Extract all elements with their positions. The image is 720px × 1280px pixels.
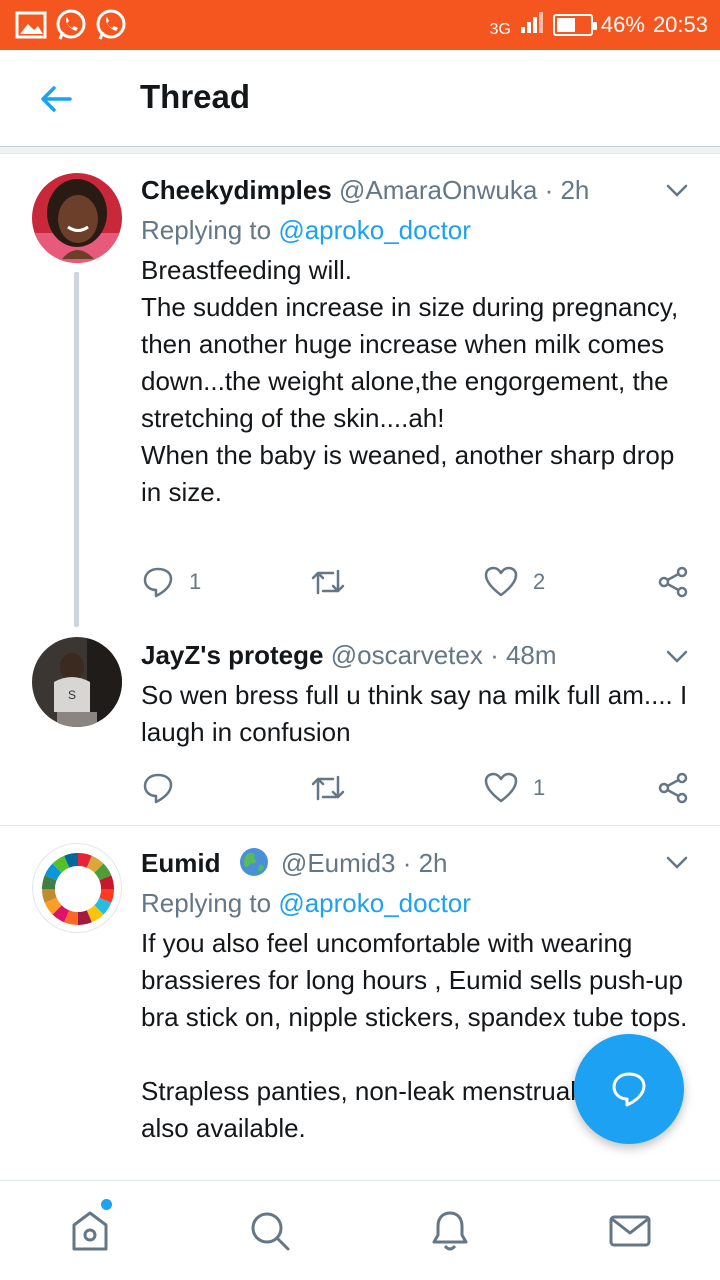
compose-reply-button[interactable] <box>574 1034 684 1144</box>
nav-home[interactable] <box>66 1207 114 1255</box>
replying-prefix: Replying to <box>141 888 272 918</box>
tweet-text: So wen bress full u think say na milk fu… <box>141 677 697 751</box>
tweet-text: Breastfeeding will. The sudden increase … <box>141 252 697 511</box>
reply-count: 1 <box>189 569 202 594</box>
nav-messages[interactable] <box>606 1207 654 1255</box>
reply-button[interactable]: 1 <box>141 562 201 602</box>
share-icon <box>658 566 688 598</box>
tweet-divider <box>0 825 720 826</box>
share-button[interactable] <box>656 768 690 808</box>
replying-to: Replying to @aproko_doctor <box>141 215 471 246</box>
status-bar: 3G 46% 20:53 <box>0 0 720 50</box>
tweet-menu-button[interactable] <box>662 180 692 200</box>
signal-icon <box>519 9 545 41</box>
top-app-bar: Thread <box>0 50 720 146</box>
tweet-menu-button[interactable] <box>662 852 692 872</box>
clock: 20:53 <box>652 12 708 37</box>
retweet-icon <box>311 775 345 801</box>
notification-icons <box>14 8 128 42</box>
avatar[interactable]: S <box>32 637 122 727</box>
network-type: 3G <box>489 21 511 38</box>
page-title: Thread <box>140 78 251 115</box>
handle[interactable]: @AmaraOnwuka <box>339 175 537 205</box>
timestamp: · 2h <box>544 175 590 205</box>
heart-icon <box>484 772 518 803</box>
sdg-wheel-logo <box>41 852 115 926</box>
share-button[interactable] <box>656 562 690 602</box>
like-count: 1 <box>533 775 546 800</box>
whatsapp-icon <box>94 8 128 42</box>
tweet-actions: 1 2 <box>141 562 701 602</box>
reply-button[interactable] <box>141 768 189 808</box>
tweet-header: Cheekydimples @AmaraOnwuka · 2h <box>141 175 589 206</box>
image-icon <box>14 8 48 42</box>
handle[interactable]: @oscarvetex <box>331 640 483 670</box>
tweet-header: Eumid @Eumid3 · 2h <box>141 846 448 879</box>
like-button[interactable]: 1 <box>483 768 545 808</box>
replying-to: Replying to @aproko_doctor <box>141 888 471 919</box>
share-icon <box>658 772 688 804</box>
search-icon <box>251 1212 290 1251</box>
retweet-button[interactable] <box>309 768 347 808</box>
chevron-down-icon <box>666 650 688 663</box>
timestamp: · 48m <box>490 640 557 670</box>
like-count: 2 <box>533 569 546 594</box>
compose-reply-icon <box>612 1072 646 1107</box>
retweet-button[interactable] <box>309 562 347 602</box>
header-divider <box>0 146 720 154</box>
tweet-menu-button[interactable] <box>662 646 692 666</box>
tweet-body: Breastfeeding will. The sudden increase … <box>141 255 679 507</box>
chevron-down-icon <box>666 856 688 869</box>
tweet-header: JayZ's protege @oscarvetex · 48m <box>141 640 557 671</box>
avatar[interactable] <box>32 843 122 933</box>
nav-search[interactable] <box>246 1207 294 1255</box>
battery-icon <box>552 14 597 36</box>
tweet-body: So wen bress full u think say na milk fu… <box>141 680 688 747</box>
replying-prefix: Replying to <box>141 215 272 245</box>
globe-emoji-icon <box>238 846 270 878</box>
unread-dot <box>101 1199 112 1210</box>
messages-icon <box>609 1215 651 1247</box>
reply-icon <box>143 567 173 598</box>
handle[interactable]: @Eumid3 <box>281 848 396 878</box>
chevron-down-icon <box>666 184 688 197</box>
heart-icon <box>484 566 518 597</box>
whatsapp-icon <box>54 8 88 42</box>
bottom-navigation <box>0 1180 720 1280</box>
svg-text:S: S <box>68 688 76 702</box>
home-icon <box>72 1211 108 1251</box>
arrow-left-icon <box>41 86 72 112</box>
reply-icon <box>143 773 173 804</box>
nav-notifications[interactable] <box>426 1207 474 1255</box>
retweet-icon <box>311 569 345 595</box>
battery-percent: 46% <box>600 12 645 37</box>
mention-link[interactable]: @aproko_doctor <box>278 888 471 918</box>
display-name[interactable]: Eumid <box>141 848 220 878</box>
display-name[interactable]: JayZ's protege <box>141 640 323 670</box>
notifications-icon <box>432 1211 468 1251</box>
display-name[interactable]: Cheekydimples <box>141 175 332 205</box>
tweet-actions: 1 <box>141 768 701 808</box>
mention-link[interactable]: @aproko_doctor <box>278 215 471 245</box>
thread-connector <box>74 272 79 627</box>
back-button[interactable] <box>36 78 78 120</box>
timestamp: · 2h <box>402 848 448 878</box>
like-button[interactable]: 2 <box>483 562 545 602</box>
avatar[interactable] <box>32 173 122 263</box>
